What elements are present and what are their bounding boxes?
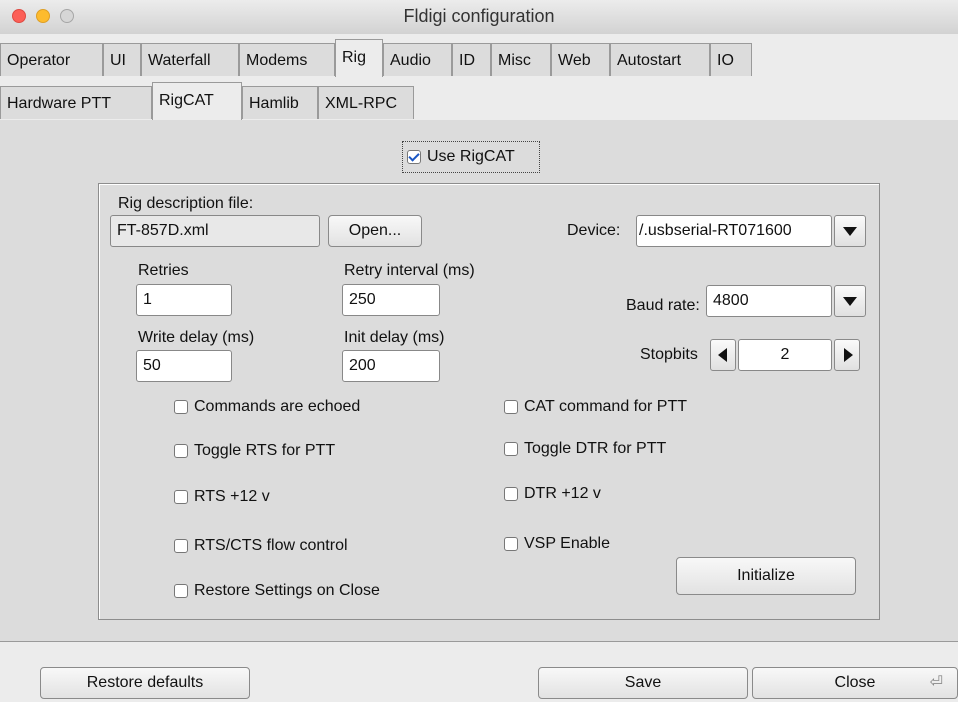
checkbox-icon[interactable] bbox=[504, 442, 518, 456]
toggle-dtr-checkbox[interactable]: Toggle DTR for PTT bbox=[504, 440, 666, 458]
toggle-rts-label: Toggle RTS for PTT bbox=[194, 442, 336, 459]
main-tab-bar: Operator UI Waterfall Modems Rig Audio I… bbox=[0, 34, 958, 78]
tab-rig[interactable]: Rig bbox=[335, 39, 383, 77]
tab-ui[interactable]: UI bbox=[103, 43, 141, 76]
baud-rate-label: Baud rate: bbox=[626, 297, 700, 314]
close-button[interactable]: Close ⏎ bbox=[752, 667, 958, 699]
open-button[interactable]: Open... bbox=[328, 215, 422, 247]
restore-defaults-button[interactable]: Restore defaults bbox=[40, 667, 250, 699]
retries-field[interactable]: 1 bbox=[136, 284, 232, 316]
retry-interval-label: Retry interval (ms) bbox=[344, 262, 475, 279]
rts-cts-checkbox[interactable]: RTS/CTS flow control bbox=[174, 537, 348, 555]
rts-12v-label: RTS +12 v bbox=[194, 488, 270, 505]
tab-waterfall[interactable]: Waterfall bbox=[141, 43, 239, 76]
tab-operator[interactable]: Operator bbox=[0, 43, 103, 76]
checkbox-icon[interactable] bbox=[504, 487, 518, 501]
tab-rigcat[interactable]: RigCAT bbox=[152, 82, 242, 120]
commands-echoed-checkbox[interactable]: Commands are echoed bbox=[174, 398, 360, 416]
toggle-dtr-label: Toggle DTR for PTT bbox=[524, 440, 667, 457]
tab-web[interactable]: Web bbox=[551, 43, 610, 76]
restore-on-close-label: Restore Settings on Close bbox=[194, 582, 380, 599]
checkbox-icon[interactable] bbox=[174, 490, 188, 504]
checkbox-icon[interactable] bbox=[174, 444, 188, 458]
checkbox-icon[interactable] bbox=[504, 400, 518, 414]
cat-ptt-label: CAT command for PTT bbox=[524, 398, 687, 415]
checkbox-icon[interactable] bbox=[174, 584, 188, 598]
rig-description-label: Rig description file: bbox=[118, 195, 254, 212]
stopbits-label: Stopbits bbox=[640, 346, 698, 363]
checkbox-icon[interactable] bbox=[504, 537, 518, 551]
commands-echoed-label: Commands are echoed bbox=[194, 398, 361, 415]
tab-id[interactable]: ID bbox=[452, 43, 491, 76]
restore-on-close-checkbox[interactable]: Restore Settings on Close bbox=[174, 582, 380, 600]
checkbox-icon[interactable] bbox=[174, 539, 188, 553]
retry-interval-field[interactable]: 250 bbox=[342, 284, 440, 316]
save-button[interactable]: Save bbox=[538, 667, 748, 699]
stopbits-field[interactable]: 2 bbox=[738, 339, 832, 371]
tab-audio[interactable]: Audio bbox=[383, 43, 452, 76]
init-delay-field[interactable]: 200 bbox=[342, 350, 440, 382]
tab-autostart[interactable]: Autostart bbox=[610, 43, 710, 76]
tab-misc[interactable]: Misc bbox=[491, 43, 551, 76]
vsp-enable-checkbox[interactable]: VSP Enable bbox=[504, 535, 610, 553]
cat-ptt-checkbox[interactable]: CAT command for PTT bbox=[504, 398, 687, 416]
tab-hamlib[interactable]: Hamlib bbox=[242, 86, 318, 119]
rts-12v-checkbox[interactable]: RTS +12 v bbox=[174, 488, 270, 506]
write-delay-field[interactable]: 50 bbox=[136, 350, 232, 382]
rig-sub-tab-bar: Hardware PTT RigCAT Hamlib XML-RPC bbox=[0, 77, 958, 121]
device-field[interactable]: /.usbserial-RT071600 bbox=[636, 215, 832, 247]
init-delay-label: Init delay (ms) bbox=[344, 329, 445, 346]
write-delay-label: Write delay (ms) bbox=[138, 329, 255, 346]
use-rigcat-label: Use RigCAT bbox=[427, 148, 515, 165]
title-bar: Fldigi configuration bbox=[0, 0, 958, 35]
device-label: Device: bbox=[567, 222, 621, 239]
return-key-icon: ⏎ bbox=[929, 674, 943, 691]
use-rigcat-check-icon[interactable] bbox=[407, 150, 421, 164]
retries-label: Retries bbox=[138, 262, 189, 279]
baud-rate-dropdown-icon[interactable] bbox=[834, 285, 866, 317]
rts-cts-label: RTS/CTS flow control bbox=[194, 537, 348, 554]
stopbits-increment-icon[interactable] bbox=[834, 339, 860, 371]
initialize-button[interactable]: Initialize bbox=[676, 557, 856, 595]
toggle-rts-checkbox[interactable]: Toggle RTS for PTT bbox=[174, 442, 335, 460]
stopbits-decrement-icon[interactable] bbox=[710, 339, 736, 371]
tab-xml-rpc[interactable]: XML-RPC bbox=[318, 86, 414, 119]
dtr-12v-label: DTR +12 v bbox=[524, 485, 601, 502]
use-rigcat-checkbox[interactable]: Use RigCAT bbox=[402, 141, 540, 173]
close-button-label: Close bbox=[834, 674, 876, 691]
tab-io[interactable]: IO bbox=[710, 43, 752, 76]
device-dropdown-icon[interactable] bbox=[834, 215, 866, 247]
tab-hardware-ptt[interactable]: Hardware PTT bbox=[0, 86, 152, 119]
vsp-enable-label: VSP Enable bbox=[524, 535, 610, 552]
checkbox-icon[interactable] bbox=[174, 400, 188, 414]
baud-rate-field[interactable]: 4800 bbox=[706, 285, 832, 317]
rig-description-field[interactable]: FT-857D.xml bbox=[110, 215, 320, 247]
tab-modems[interactable]: Modems bbox=[239, 43, 335, 76]
dtr-12v-checkbox[interactable]: DTR +12 v bbox=[504, 485, 601, 503]
window-title: Fldigi configuration bbox=[403, 6, 555, 26]
